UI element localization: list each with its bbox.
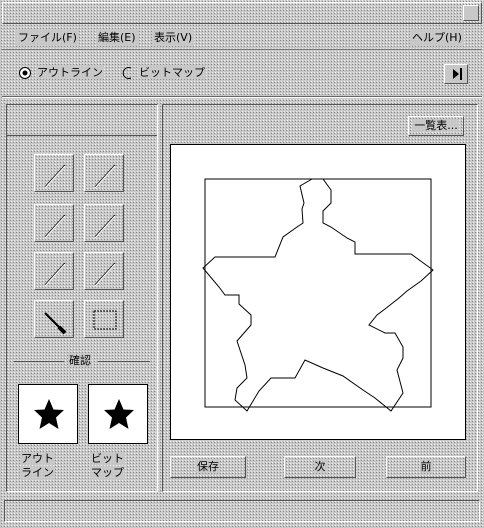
- arrow-right-icon: [453, 68, 462, 80]
- bitmap-preview[interactable]: [88, 384, 148, 444]
- save-button[interactable]: 保存: [170, 456, 246, 478]
- radio-selected-icon: [19, 67, 31, 79]
- radio-bitmap[interactable]: [122, 66, 136, 80]
- line-tool-icon: [44, 164, 66, 189]
- radio-outline-label[interactable]: アウトライン: [36, 66, 104, 79]
- menu-view[interactable]: 表示(V): [152, 30, 195, 46]
- tool-panel-divider: [7, 135, 157, 136]
- line-tool-4[interactable]: [84, 204, 124, 242]
- line-tool-6[interactable]: [84, 252, 124, 290]
- rect-tool[interactable]: [84, 300, 124, 338]
- next-page-button[interactable]: [444, 64, 468, 84]
- outline-caption-2: ライン: [20, 466, 55, 479]
- line-tool-icon: [44, 262, 66, 287]
- title-bar: [2, 2, 482, 24]
- tools-label-line-right: [98, 361, 150, 362]
- line-tool-2[interactable]: [84, 154, 124, 192]
- tools-label: 確認: [68, 354, 92, 367]
- rect-tool-icon: [93, 310, 117, 330]
- star-path: [202, 178, 434, 412]
- close-button[interactable]: [463, 5, 479, 21]
- bitmap-caption-2: マップ: [90, 466, 125, 479]
- line-tool-5[interactable]: [34, 252, 74, 290]
- status-bar: [4, 500, 480, 522]
- brush-tool[interactable]: [34, 300, 74, 338]
- list-button[interactable]: 一覧表...: [408, 116, 464, 136]
- line-tool-icon: [94, 164, 116, 189]
- menu-help[interactable]: ヘルプ(H): [410, 30, 464, 46]
- star-icon: [34, 399, 64, 429]
- glyph-canvas[interactable]: [170, 144, 466, 440]
- prev-button[interactable]: 前: [386, 456, 466, 478]
- tools-label-line-left: [14, 361, 64, 362]
- bitmap-caption-1: ビット: [90, 452, 125, 465]
- line-tool-icon: [94, 214, 116, 239]
- save-button-label: 保存: [196, 460, 220, 473]
- separator: [2, 96, 482, 98]
- line-tool-icon: [44, 214, 66, 239]
- star-outline: [202, 178, 434, 412]
- radio-icon: [122, 67, 132, 79]
- mode-selector: アウトライン ビットマップ: [18, 64, 278, 82]
- star-icon: [104, 399, 134, 429]
- next-button[interactable]: 次: [284, 456, 356, 478]
- radio-bitmap-label[interactable]: ビットマップ: [138, 66, 206, 79]
- prev-button-label: 前: [419, 460, 433, 473]
- line-tool-1[interactable]: [34, 154, 74, 192]
- line-tool-icon: [94, 262, 116, 287]
- outline-caption-1: アウト: [20, 452, 55, 465]
- list-button-label: 一覧表...: [413, 119, 459, 132]
- radio-outline[interactable]: [18, 66, 32, 80]
- brush-tool-icon: [44, 312, 67, 335]
- glyph-bounding-box: [204, 178, 432, 408]
- line-tool-3[interactable]: [34, 204, 74, 242]
- outline-preview[interactable]: [18, 384, 78, 444]
- menu-edit[interactable]: 編集(E): [96, 30, 138, 46]
- next-button-label: 次: [313, 460, 327, 473]
- menu-file[interactable]: ファイル(F): [16, 30, 79, 46]
